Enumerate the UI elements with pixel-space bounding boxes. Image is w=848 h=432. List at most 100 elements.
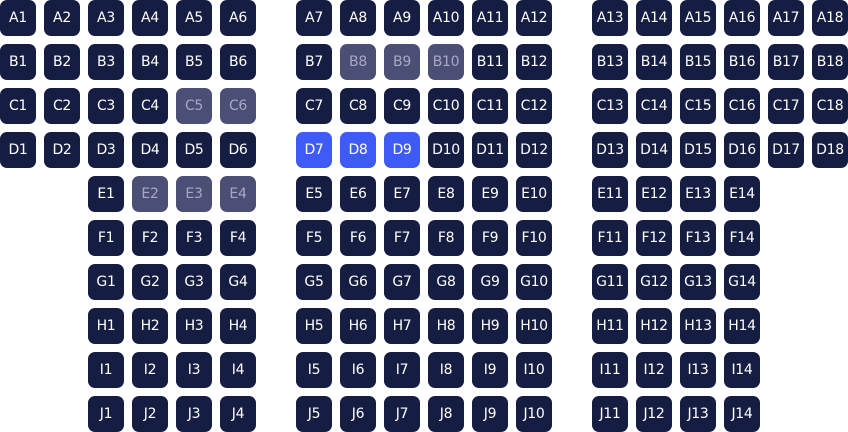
seat-e9[interactable]: E9 [472, 176, 508, 212]
seat-i4[interactable]: I4 [220, 352, 256, 388]
seat-g7[interactable]: G7 [384, 264, 420, 300]
seat-a8[interactable]: A8 [340, 0, 376, 36]
seat-c3[interactable]: C3 [88, 88, 124, 124]
seat-g12[interactable]: G12 [636, 264, 672, 300]
seat-b14[interactable]: B14 [636, 44, 672, 80]
seat-g1[interactable]: G1 [88, 264, 124, 300]
seat-e6[interactable]: E6 [340, 176, 376, 212]
seat-i14[interactable]: I14 [724, 352, 760, 388]
seat-a5[interactable]: A5 [176, 0, 212, 36]
seat-g2[interactable]: G2 [132, 264, 168, 300]
seat-c10[interactable]: C10 [428, 88, 464, 124]
seat-c1[interactable]: C1 [0, 88, 36, 124]
seat-h9[interactable]: H9 [472, 308, 508, 344]
seat-c11[interactable]: C11 [472, 88, 508, 124]
seat-d17[interactable]: D17 [768, 132, 804, 168]
seat-d8[interactable]: D8 [340, 132, 376, 168]
seat-j14[interactable]: J14 [724, 396, 760, 432]
seat-h5[interactable]: H5 [296, 308, 332, 344]
seat-d10[interactable]: D10 [428, 132, 464, 168]
seat-b16[interactable]: B16 [724, 44, 760, 80]
seat-j10[interactable]: J10 [516, 396, 552, 432]
seat-f4[interactable]: F4 [220, 220, 256, 256]
seat-f3[interactable]: F3 [176, 220, 212, 256]
seat-b18[interactable]: B18 [812, 44, 848, 80]
seat-b12[interactable]: B12 [516, 44, 552, 80]
seat-d6[interactable]: D6 [220, 132, 256, 168]
seat-e11[interactable]: E11 [592, 176, 628, 212]
seat-b5[interactable]: B5 [176, 44, 212, 80]
seat-b7[interactable]: B7 [296, 44, 332, 80]
seat-f5[interactable]: F5 [296, 220, 332, 256]
seat-a7[interactable]: A7 [296, 0, 332, 36]
seat-e7[interactable]: E7 [384, 176, 420, 212]
seat-c14[interactable]: C14 [636, 88, 672, 124]
seat-c15[interactable]: C15 [680, 88, 716, 124]
seat-h2[interactable]: H2 [132, 308, 168, 344]
seat-c18[interactable]: C18 [812, 88, 848, 124]
seat-h3[interactable]: H3 [176, 308, 212, 344]
seat-j2[interactable]: J2 [132, 396, 168, 432]
seat-i7[interactable]: I7 [384, 352, 420, 388]
seat-f13[interactable]: F13 [680, 220, 716, 256]
seat-j4[interactable]: J4 [220, 396, 256, 432]
seat-c4[interactable]: C4 [132, 88, 168, 124]
seat-i3[interactable]: I3 [176, 352, 212, 388]
seat-d4[interactable]: D4 [132, 132, 168, 168]
seat-j9[interactable]: J9 [472, 396, 508, 432]
seat-a1[interactable]: A1 [0, 0, 36, 36]
seat-e12[interactable]: E12 [636, 176, 672, 212]
seat-c13[interactable]: C13 [592, 88, 628, 124]
seat-b4[interactable]: B4 [132, 44, 168, 80]
seat-g4[interactable]: G4 [220, 264, 256, 300]
seat-j12[interactable]: J12 [636, 396, 672, 432]
seat-i13[interactable]: I13 [680, 352, 716, 388]
seat-g11[interactable]: G11 [592, 264, 628, 300]
seat-i1[interactable]: I1 [88, 352, 124, 388]
seat-a16[interactable]: A16 [724, 0, 760, 36]
seat-b2[interactable]: B2 [44, 44, 80, 80]
seat-i10[interactable]: I10 [516, 352, 552, 388]
seat-a13[interactable]: A13 [592, 0, 628, 36]
seat-e5[interactable]: E5 [296, 176, 332, 212]
seat-a17[interactable]: A17 [768, 0, 804, 36]
seat-a14[interactable]: A14 [636, 0, 672, 36]
seat-h14[interactable]: H14 [724, 308, 760, 344]
seat-b15[interactable]: B15 [680, 44, 716, 80]
seat-f12[interactable]: F12 [636, 220, 672, 256]
seat-a2[interactable]: A2 [44, 0, 80, 36]
seat-j6[interactable]: J6 [340, 396, 376, 432]
seat-g5[interactable]: G5 [296, 264, 332, 300]
seat-d18[interactable]: D18 [812, 132, 848, 168]
seat-b6[interactable]: B6 [220, 44, 256, 80]
seat-f6[interactable]: F6 [340, 220, 376, 256]
seat-e10[interactable]: E10 [516, 176, 552, 212]
seat-c9[interactable]: C9 [384, 88, 420, 124]
seat-d5[interactable]: D5 [176, 132, 212, 168]
seat-i12[interactable]: I12 [636, 352, 672, 388]
seat-h7[interactable]: H7 [384, 308, 420, 344]
seat-j3[interactable]: J3 [176, 396, 212, 432]
seat-c2[interactable]: C2 [44, 88, 80, 124]
seat-d3[interactable]: D3 [88, 132, 124, 168]
seat-i8[interactable]: I8 [428, 352, 464, 388]
seat-h13[interactable]: H13 [680, 308, 716, 344]
seat-g14[interactable]: G14 [724, 264, 760, 300]
seat-f7[interactable]: F7 [384, 220, 420, 256]
seat-b11[interactable]: B11 [472, 44, 508, 80]
seat-h12[interactable]: H12 [636, 308, 672, 344]
seat-a18[interactable]: A18 [812, 0, 848, 36]
seat-c8[interactable]: C8 [340, 88, 376, 124]
seat-g9[interactable]: G9 [472, 264, 508, 300]
seat-f14[interactable]: F14 [724, 220, 760, 256]
seat-j1[interactable]: J1 [88, 396, 124, 432]
seat-g3[interactable]: G3 [176, 264, 212, 300]
seat-f1[interactable]: F1 [88, 220, 124, 256]
seat-d2[interactable]: D2 [44, 132, 80, 168]
seat-c16[interactable]: C16 [724, 88, 760, 124]
seat-d7[interactable]: D7 [296, 132, 332, 168]
seat-d14[interactable]: D14 [636, 132, 672, 168]
seat-c17[interactable]: C17 [768, 88, 804, 124]
seat-g6[interactable]: G6 [340, 264, 376, 300]
seat-h1[interactable]: H1 [88, 308, 124, 344]
